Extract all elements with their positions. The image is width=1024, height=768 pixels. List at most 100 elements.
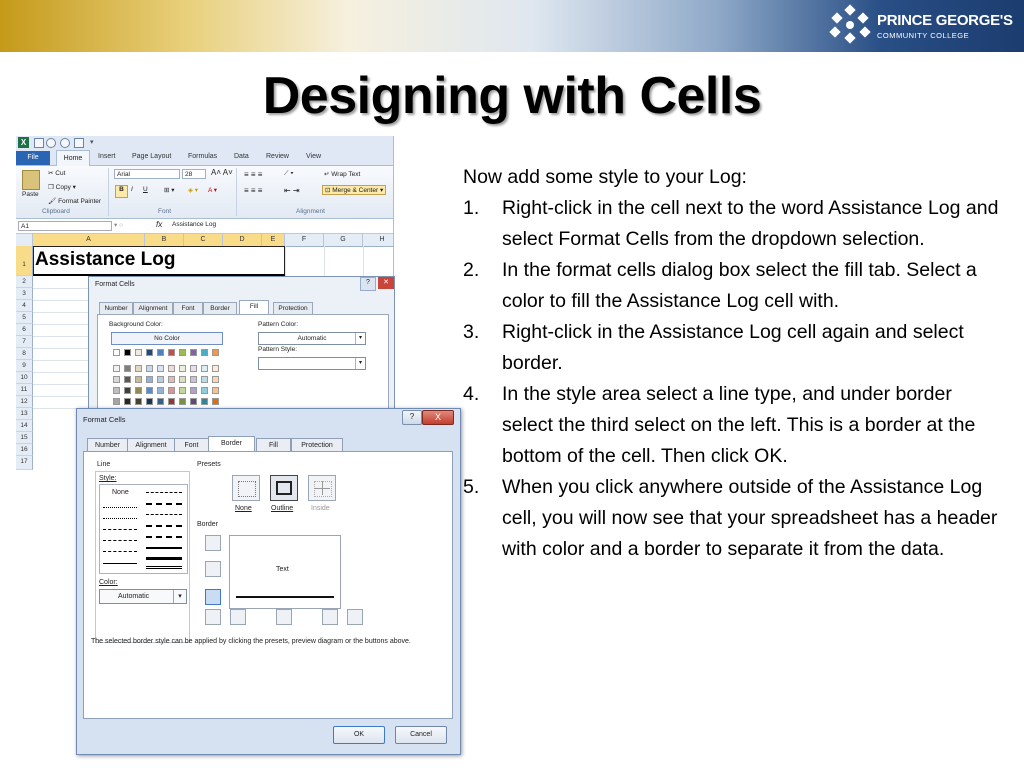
align-left-icons[interactable]: ≡ ≡ ≡ (244, 186, 262, 195)
color-swatch[interactable] (124, 349, 131, 356)
tab-home[interactable]: Home (56, 150, 90, 166)
row-header[interactable]: 8 (16, 348, 33, 360)
color-swatch[interactable] (146, 349, 153, 356)
row-header[interactable]: 1 (16, 246, 33, 276)
insert-function-icon[interactable]: fx (156, 220, 162, 229)
line-style-option[interactable] (146, 492, 182, 493)
tab-file[interactable]: File (16, 151, 50, 165)
color-swatch[interactable] (135, 376, 142, 383)
color-swatch[interactable] (168, 376, 175, 383)
preset-none-button[interactable] (232, 475, 260, 501)
ok-button[interactable]: OK (333, 726, 385, 744)
color-swatch[interactable] (179, 365, 186, 372)
line-style-option[interactable] (146, 503, 182, 505)
border-right-button[interactable] (322, 609, 338, 625)
border-bottom-button[interactable] (205, 589, 221, 605)
color-swatch[interactable] (146, 387, 153, 394)
tab-number[interactable]: Number (87, 438, 128, 452)
row-header[interactable]: 7 (16, 336, 33, 348)
color-swatch[interactable] (212, 376, 219, 383)
redo-icon[interactable] (60, 138, 70, 148)
color-swatch[interactable] (146, 376, 153, 383)
row-header[interactable]: 11 (16, 384, 33, 396)
cancel-button[interactable]: Cancel (395, 726, 447, 744)
border-diagonal-up-button[interactable] (205, 609, 221, 625)
column-header-a[interactable]: A (33, 234, 145, 246)
border-preview[interactable]: Text (229, 535, 341, 609)
color-swatch[interactable] (212, 398, 219, 405)
save-icon[interactable] (34, 138, 44, 148)
row-header[interactable]: 2 (16, 276, 33, 288)
color-swatch[interactable] (201, 376, 208, 383)
border-middle-button[interactable] (205, 561, 221, 577)
line-style-option[interactable] (146, 547, 182, 549)
tab-review[interactable]: Review (266, 153, 289, 160)
color-swatch[interactable] (157, 349, 164, 356)
color-swatch[interactable] (135, 365, 142, 372)
indent-icons[interactable]: ⇤ ⇥ (284, 186, 300, 195)
color-swatch[interactable] (201, 398, 208, 405)
column-header-g[interactable]: G (324, 234, 363, 246)
row-header[interactable]: 16 (16, 444, 33, 456)
select-all-corner[interactable] (16, 234, 33, 246)
row-header[interactable]: 14 (16, 420, 33, 432)
row-header[interactable]: 10 (16, 372, 33, 384)
color-swatch[interactable] (190, 365, 197, 372)
line-style-none[interactable]: None (112, 489, 129, 496)
color-swatch[interactable] (113, 365, 120, 372)
color-swatch[interactable] (135, 387, 142, 394)
line-style-option[interactable] (146, 536, 182, 538)
line-style-option[interactable] (103, 540, 137, 541)
grow-font-icon[interactable]: A˄ A˅ (211, 168, 233, 177)
italic-button[interactable]: I (131, 186, 133, 193)
line-style-option[interactable] (146, 525, 182, 527)
column-header-f[interactable]: F (285, 234, 324, 246)
color-swatch[interactable] (201, 349, 208, 356)
cut-button[interactable]: ✂ Cut (48, 169, 65, 177)
color-swatch[interactable] (146, 365, 153, 372)
color-swatch[interactable] (179, 376, 186, 383)
row-header[interactable]: 9 (16, 360, 33, 372)
line-style-option[interactable] (103, 551, 137, 552)
new-file-icon[interactable] (74, 138, 84, 148)
border-top-button[interactable] (205, 535, 221, 551)
row-header[interactable]: 5 (16, 312, 33, 324)
column-header-h[interactable]: H (363, 234, 393, 246)
tab-font[interactable]: Font (174, 438, 209, 452)
preset-outline-button[interactable] (270, 475, 298, 501)
color-swatch[interactable] (190, 376, 197, 383)
help-button[interactable]: ? (360, 277, 376, 291)
color-swatch[interactable] (212, 349, 219, 356)
close-button[interactable]: ✕ (378, 277, 394, 289)
line-style-list[interactable]: None (99, 484, 188, 574)
tab-page-layout[interactable]: Page Layout (132, 153, 171, 160)
row-header[interactable]: 12 (16, 396, 33, 408)
color-swatch[interactable] (179, 349, 186, 356)
merge-center-button[interactable]: ⊡ Merge & Center ▾ (322, 185, 387, 195)
copy-button[interactable]: ❐ Copy ▾ (48, 183, 76, 191)
row-header[interactable]: 15 (16, 432, 33, 444)
color-swatch[interactable] (124, 398, 131, 405)
color-swatch[interactable] (157, 398, 164, 405)
font-size-combo[interactable]: 28 (182, 169, 206, 179)
color-swatch[interactable] (157, 387, 164, 394)
fill-color-icon[interactable]: ◈ ▾ (188, 186, 198, 194)
tab-view[interactable]: View (306, 153, 321, 160)
color-swatch[interactable] (179, 387, 186, 394)
paste-icon[interactable] (22, 170, 40, 190)
border-diagonal-down-button[interactable] (347, 609, 363, 625)
color-swatch[interactable] (135, 398, 142, 405)
color-swatch[interactable] (124, 365, 131, 372)
tab-protection[interactable]: Protection (291, 438, 343, 452)
line-style-option[interactable] (103, 529, 137, 530)
format-painter-button[interactable]: 🖌 Format Painter (48, 197, 101, 205)
line-style-option[interactable] (103, 507, 137, 508)
color-swatch[interactable] (168, 387, 175, 394)
line-style-option[interactable] (146, 566, 182, 569)
color-swatch[interactable] (212, 387, 219, 394)
preset-inside-button[interactable] (308, 475, 336, 501)
font-name-combo[interactable]: Arial (114, 169, 180, 179)
selected-merged-cell[interactable] (33, 246, 285, 276)
pattern-style-select[interactable]: ▾ (258, 357, 366, 370)
color-swatch[interactable] (124, 376, 131, 383)
